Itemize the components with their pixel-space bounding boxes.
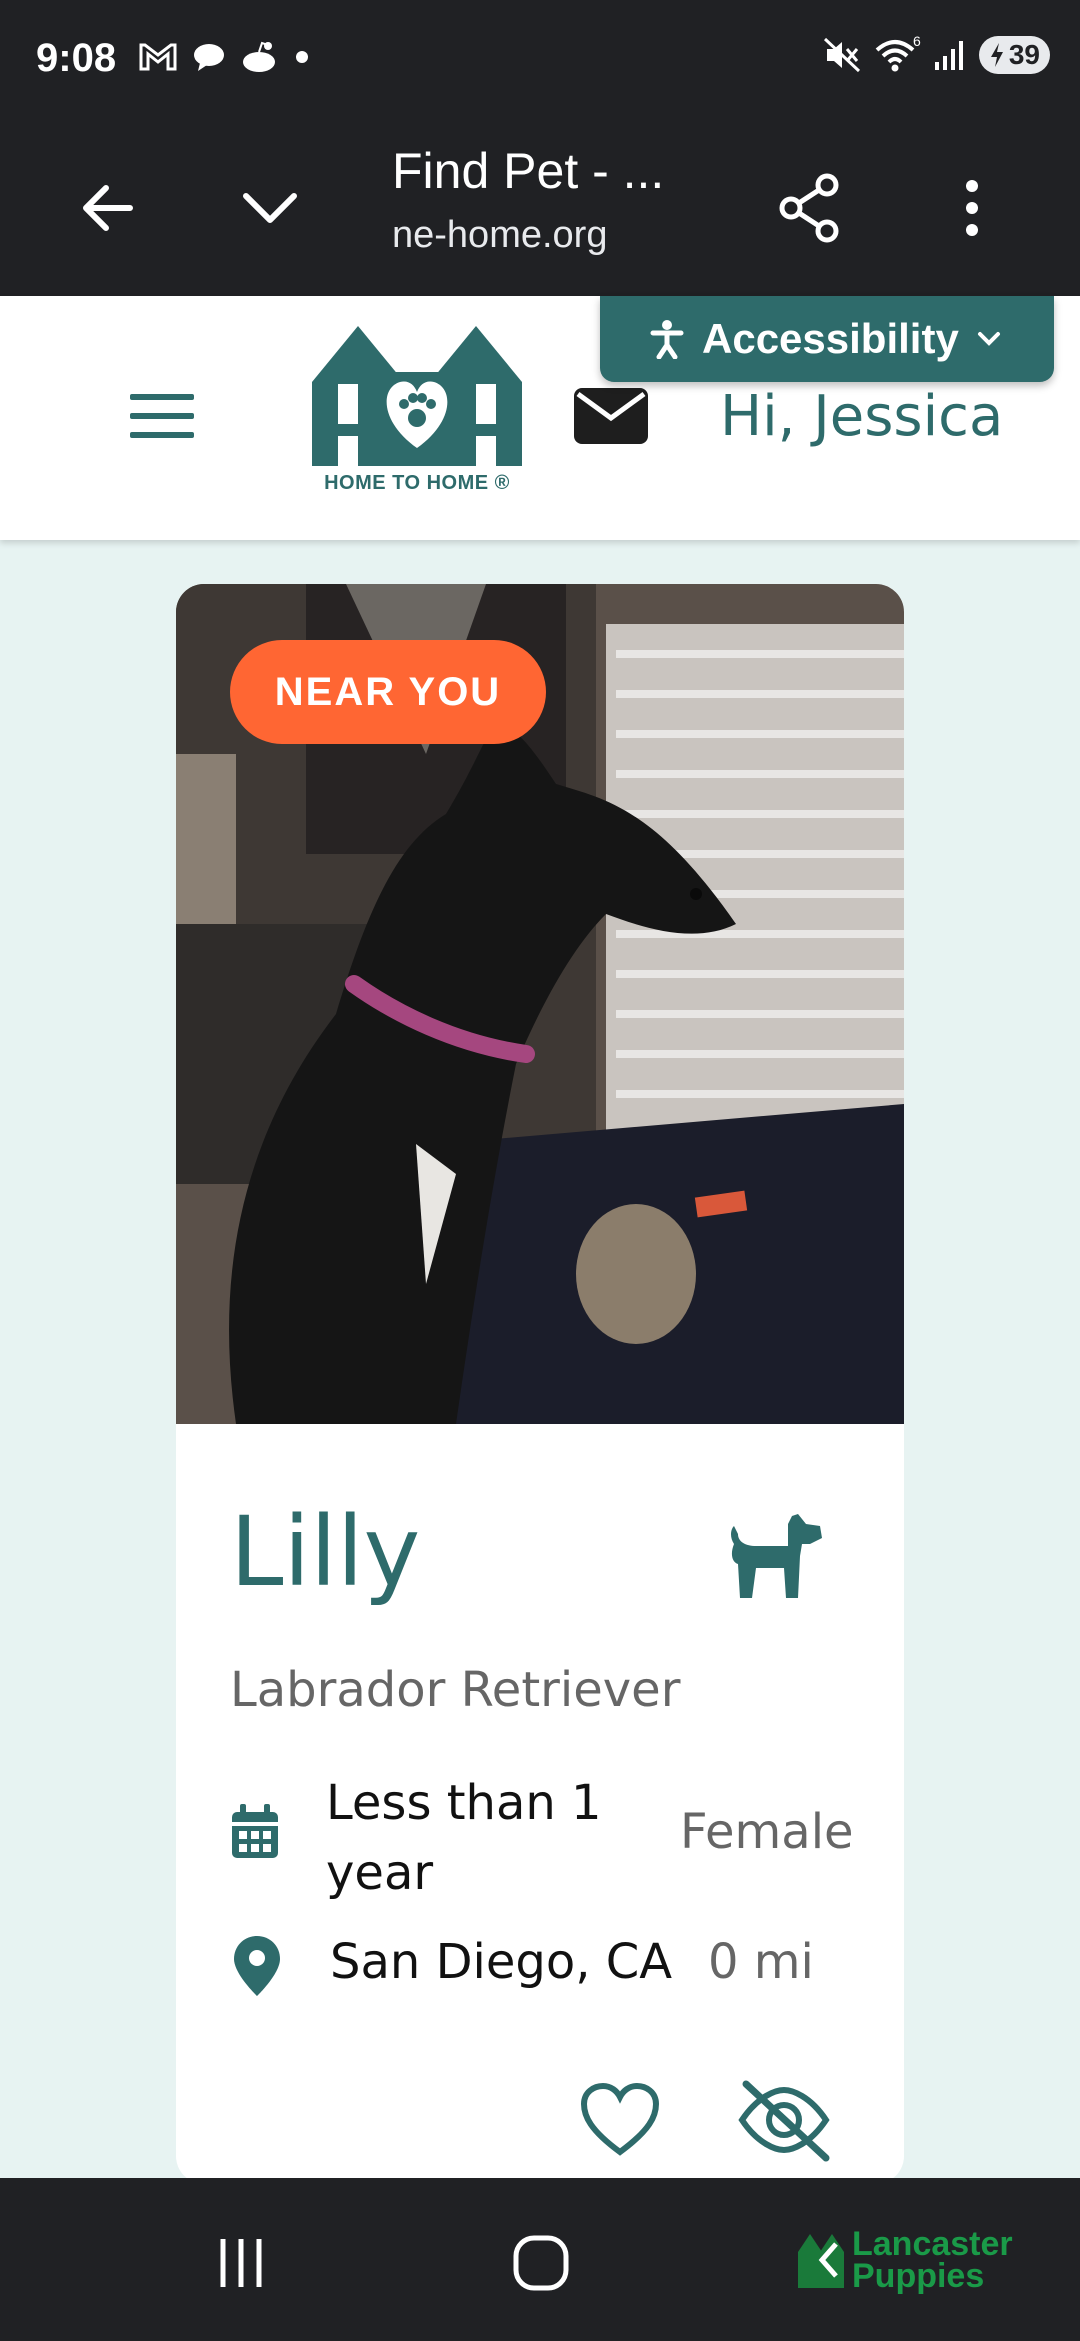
- recent-apps-button[interactable]: [206, 2228, 276, 2298]
- svg-text:6: 6: [913, 36, 921, 49]
- status-bar: 9:08 6 39: [0, 0, 1080, 120]
- chevron-down-icon: [243, 193, 297, 223]
- tab-switcher-button[interactable]: [232, 170, 308, 246]
- pet-age: Less than 1 year: [326, 1775, 602, 1901]
- pet-distance: 0 mi: [708, 1934, 814, 1990]
- system-icons: 6 39: [823, 36, 1050, 74]
- notification-icons: [138, 40, 312, 74]
- chevron-down-icon: [977, 332, 1000, 346]
- recents-icon: [220, 2239, 262, 2287]
- hide-eye-slash-icon[interactable]: [736, 2078, 832, 2162]
- status-time: 9:08: [36, 36, 117, 80]
- menu-button[interactable]: [130, 394, 194, 438]
- pet-photo[interactable]: NEAR YOU: [176, 584, 904, 1424]
- share-button[interactable]: [772, 170, 848, 246]
- home-to-home-logo-icon: [312, 326, 522, 466]
- share-icon: [779, 173, 839, 243]
- favorite-heart-icon[interactable]: [580, 2082, 660, 2158]
- accessibility-button[interactable]: Accessibility: [600, 296, 1054, 382]
- gmail-icon: [139, 43, 177, 71]
- accessibility-label: Accessibility: [702, 315, 959, 362]
- page-url[interactable]: ne-home.org: [392, 214, 652, 257]
- wifi-icon: 6: [875, 36, 921, 72]
- pet-card[interactable]: NEAR YOU Lilly Labrador Retriever Less t…: [176, 584, 904, 2184]
- watermark-logo-icon: [798, 2234, 844, 2288]
- reddit-icon: [243, 41, 275, 72]
- watermark: Lancaster Puppies: [796, 2225, 1013, 2295]
- location-pin-icon: [234, 1936, 280, 1996]
- accessibility-icon: [650, 320, 684, 359]
- envelope-icon: [574, 388, 648, 444]
- user-greeting[interactable]: Hi, Jessica: [720, 384, 1003, 449]
- home-circle-icon: [513, 2235, 569, 2291]
- messages-button[interactable]: [574, 388, 648, 444]
- watermark-line2: Puppies: [852, 2257, 985, 2295]
- pet-location: San Diego, CA: [330, 1934, 673, 1990]
- watermark-line1: Lancaster: [852, 2225, 1013, 2263]
- near-you-badge: NEAR YOU: [230, 640, 546, 744]
- pet-sex: Female: [680, 1804, 854, 1860]
- more-vert-icon: [966, 180, 978, 236]
- pet-name[interactable]: Lilly: [230, 1496, 420, 1608]
- back-button[interactable]: [70, 170, 146, 246]
- logo-text: HOME TO HOME ®: [324, 472, 510, 494]
- battery-indicator: 39: [978, 36, 1050, 74]
- dot-icon: [296, 51, 308, 63]
- chat-icon: [194, 44, 224, 71]
- pet-breed: Labrador Retriever: [230, 1662, 681, 1718]
- calendar-icon: [232, 1804, 278, 1858]
- page-title[interactable]: Find Pet - ...: [392, 142, 664, 200]
- mute-icon: [823, 37, 860, 73]
- signal-icon: [934, 41, 963, 70]
- more-options-button[interactable]: [934, 170, 1010, 246]
- browser-toolbar: Find Pet - ... ne-home.org: [0, 120, 1080, 296]
- dog-icon: [731, 1514, 822, 1598]
- battery-level: 39: [1008, 39, 1040, 70]
- back-arrow-icon: [83, 185, 133, 231]
- system-nav-bar: Lancaster Puppies: [0, 2178, 1080, 2341]
- charging-icon: [990, 43, 1003, 67]
- site-logo[interactable]: HOME TO HOME ®: [310, 322, 524, 498]
- home-button[interactable]: [506, 2228, 576, 2298]
